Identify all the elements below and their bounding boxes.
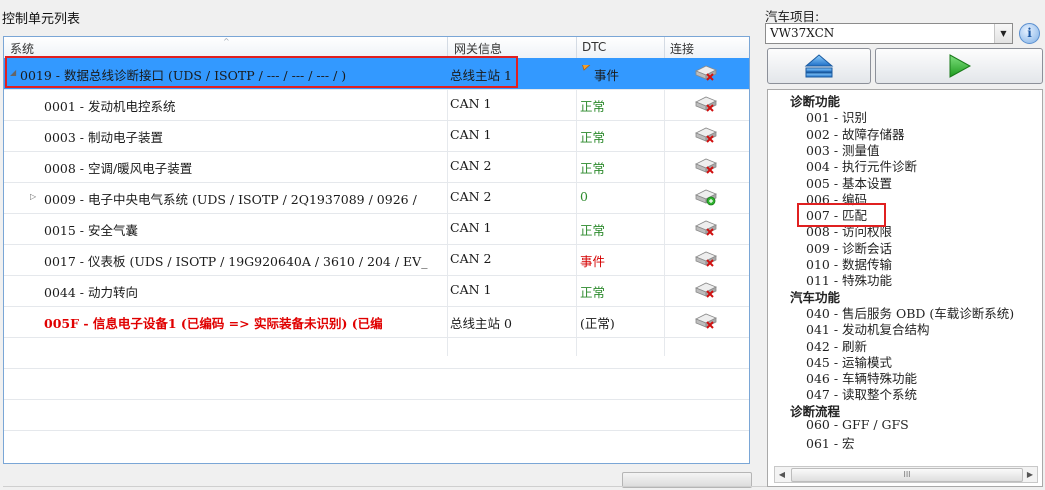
highlight-box-007 — [797, 203, 886, 227]
play-icon — [949, 54, 972, 78]
connect-disconnected-icon[interactable] — [694, 248, 718, 270]
eject-button[interactable] — [767, 48, 871, 84]
dtc-cell: 正常 — [580, 285, 606, 300]
connect-disconnected-icon[interactable] — [694, 155, 718, 177]
connect-disconnected-icon[interactable] — [694, 93, 718, 115]
table-row[interactable]: 0008 - 空调/暖风电子装置 CAN 2 正常 — [4, 151, 749, 183]
control-unit-list-title: 控制单元列表 — [2, 12, 81, 27]
event-flag-icon — [582, 65, 591, 71]
gateway-cell: CAN 1 — [450, 282, 492, 297]
device-icon — [695, 158, 717, 174]
system-cell: 0003 - 制动电子装置 — [44, 130, 163, 145]
col-header-connect[interactable]: 连接 — [670, 40, 694, 57]
connect-disconnected-icon[interactable] — [694, 310, 718, 332]
device-icon — [695, 282, 717, 298]
gateway-cell: CAN 1 — [450, 96, 492, 111]
tree-item[interactable]: 060 - GFF / GFS — [806, 417, 909, 432]
dtc-cell: (正常) — [580, 316, 615, 331]
table-row[interactable]: 0003 - 制动电子装置 CAN 1 正常 — [4, 120, 749, 152]
gateway-cell: 总线主站 0 — [450, 316, 512, 331]
dtc-cell: 正常 — [580, 161, 606, 176]
device-icon — [695, 127, 717, 143]
connect-disconnected-icon[interactable] — [694, 279, 718, 301]
system-cell: 0015 - 安全气囊 — [44, 223, 138, 238]
dtc-cell: 事件 — [580, 65, 660, 84]
device-icon — [695, 251, 717, 267]
table-row[interactable]: 0015 - 安全气囊 CAN 1 正常 — [4, 213, 749, 245]
gateway-cell: CAN 2 — [450, 158, 492, 173]
vehicle-project-value: VW37XCN — [770, 26, 835, 40]
connect-disconnected-icon[interactable] — [694, 62, 718, 84]
device-icon — [695, 313, 717, 329]
scroll-thumb[interactable]: III — [791, 468, 1023, 482]
dtc-cell: 事件 — [580, 254, 606, 269]
dtc-cell: 正常 — [580, 99, 606, 114]
empty-row — [4, 399, 749, 431]
table-row[interactable]: 0044 - 动力转向 CAN 1 正常 — [4, 275, 749, 307]
dtc-text: 事件 — [594, 68, 620, 83]
col-header-dtc[interactable]: DTC — [582, 40, 606, 54]
col-header-system[interactable]: 系统 — [10, 40, 34, 57]
system-cell: 0044 - 动力转向 — [44, 285, 138, 300]
device-icon — [695, 65, 717, 81]
connect-disconnected-icon[interactable] — [694, 124, 718, 146]
scroll-left-icon[interactable]: ◀ — [775, 467, 789, 482]
function-tree[interactable]: 诊断功能 001 - 识别 002 - 故障存储器 003 - 测量值 004 - 执行… — [767, 89, 1043, 487]
device-icon — [695, 189, 717, 206]
tree-horizontal-scrollbar[interactable]: ◀ III ▶ — [774, 466, 1038, 483]
dtc-cell: 正常 — [580, 223, 606, 238]
dtc-cell: 正常 — [580, 130, 606, 145]
system-cell: 005F - 信息电子设备1 (已编码 => 实际装备未识别) (已编 — [44, 316, 383, 331]
device-icon — [695, 96, 717, 112]
connect-plus-icon[interactable] — [694, 186, 718, 208]
eject-icon — [804, 54, 834, 78]
gateway-cell: CAN 2 — [450, 251, 492, 266]
info-icon[interactable]: i — [1019, 23, 1040, 44]
collapsed-arrow-icon[interactable]: ▷ — [30, 192, 36, 201]
scroll-right-icon[interactable]: ▶ — [1023, 467, 1037, 482]
system-cell: 0001 - 发动机电控系统 — [44, 99, 176, 114]
system-cell: 0009 - 电子中央电气系统 (UDS / ISOTP / 2Q1937089… — [44, 192, 417, 207]
table-row[interactable]: 0017 - 仪表板 (UDS / ISOTP / 19G920640A / 3… — [4, 244, 749, 276]
connect-disconnected-icon[interactable] — [694, 217, 718, 239]
system-cell: 0017 - 仪表板 (UDS / ISOTP / 19G920640A / 3… — [44, 254, 428, 269]
table-row[interactable]: 005F - 信息电子设备1 (已编码 => 实际装备未识别) (已编 总线主站 … — [4, 306, 749, 338]
go-button[interactable] — [875, 48, 1043, 84]
sort-indicator-icon: ^ — [223, 37, 230, 46]
empty-row — [4, 368, 749, 400]
gateway-cell: CAN 1 — [450, 127, 492, 142]
vehicle-project-select[interactable]: VW37XCN ▼ — [765, 23, 1013, 44]
device-icon — [695, 220, 717, 236]
dtc-cell: 0 — [580, 189, 588, 204]
gateway-cell: CAN 2 — [450, 189, 492, 204]
table-row[interactable]: ▷ 0009 - 电子中央电气系统 (UDS / ISOTP / 2Q193708… — [4, 182, 749, 214]
highlight-box-row — [5, 56, 518, 88]
table-row[interactable]: 0001 - 发动机电控系统 CAN 1 正常 — [4, 89, 749, 121]
empty-row — [4, 337, 749, 369]
system-cell: 0008 - 空调/暖风电子装置 — [44, 161, 193, 176]
control-unit-grid[interactable]: 系统 ^ 网关信息 DTC 连接 ◢ 0019 - 数据总线诊断接口 (UDS /… — [3, 36, 750, 464]
gateway-cell: CAN 1 — [450, 220, 492, 235]
col-header-gateway[interactable]: 网关信息 — [454, 40, 502, 57]
chevron-down-icon[interactable]: ▼ — [994, 24, 1012, 43]
tree-item[interactable]: 061 - 宏 — [806, 433, 855, 452]
